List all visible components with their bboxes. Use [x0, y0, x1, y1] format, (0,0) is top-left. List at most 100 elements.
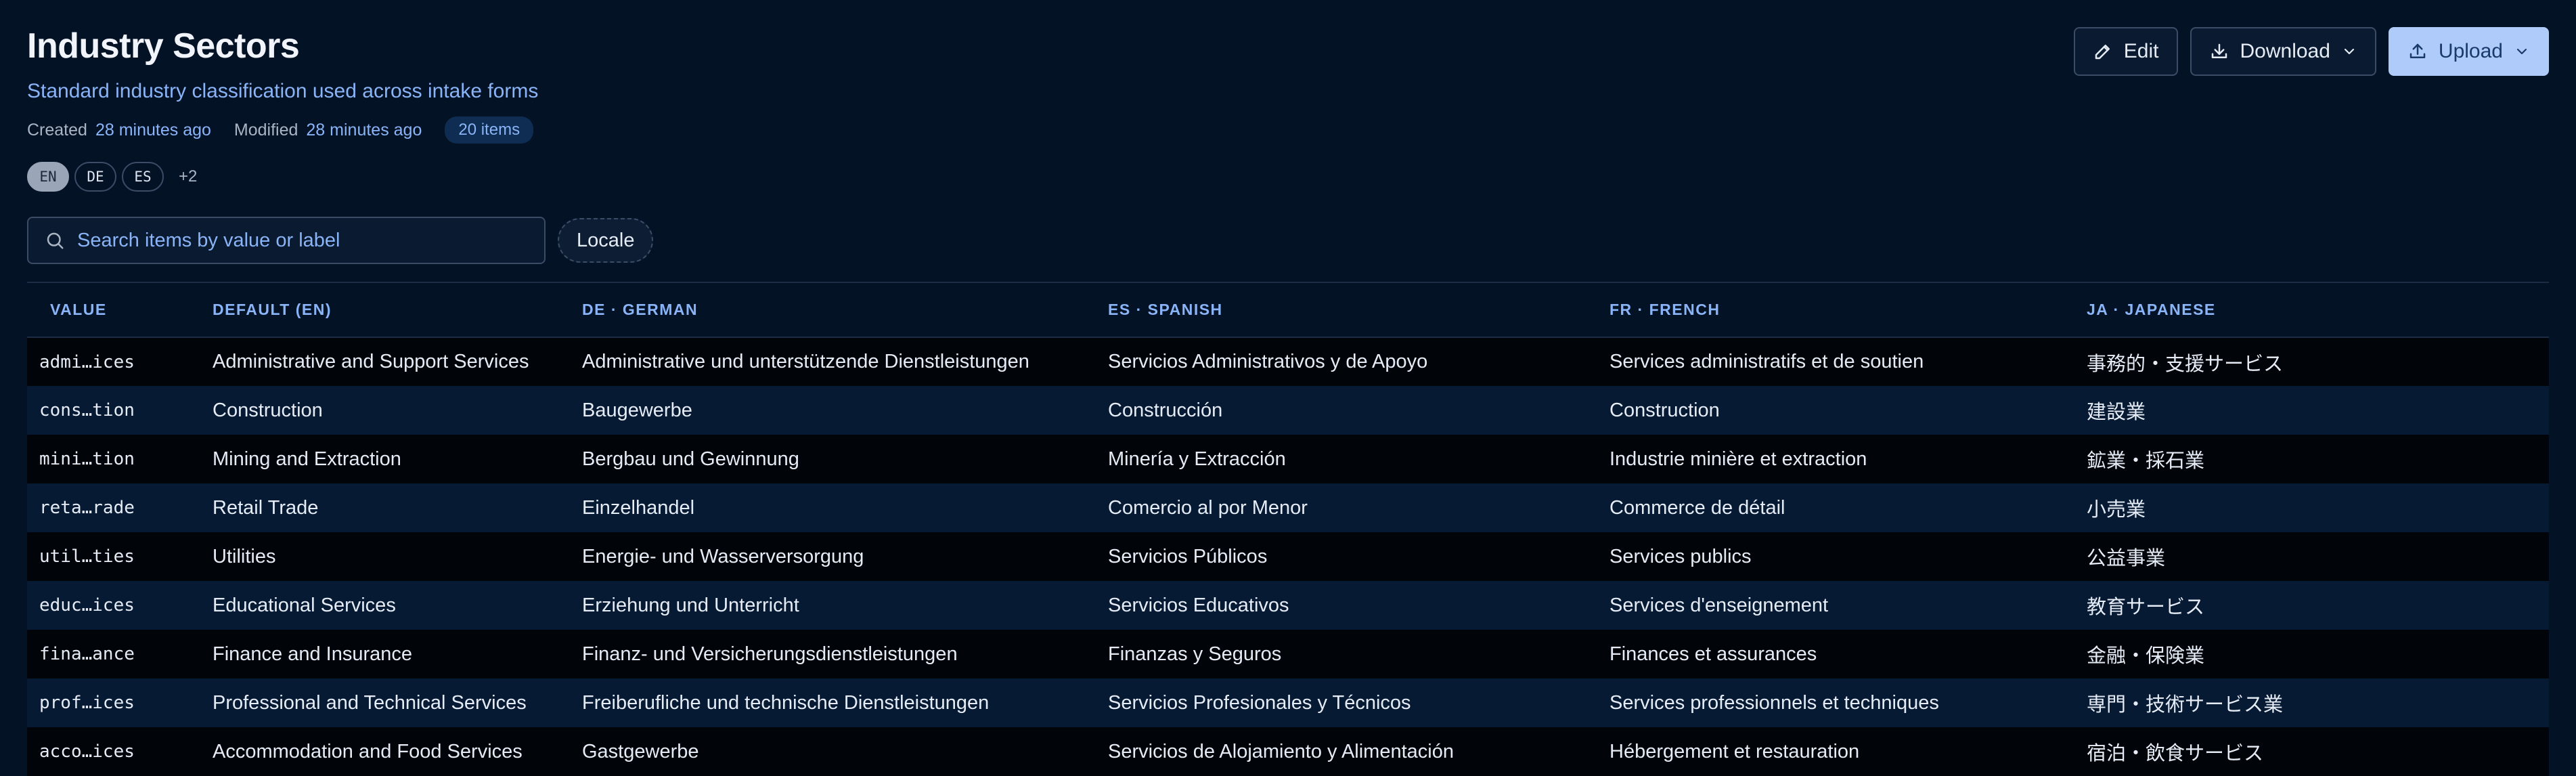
cell-value: cons…tion [39, 400, 135, 421]
cell-default: Accommodation and Food Services [213, 740, 523, 762]
column-header-default[interactable]: DEFAULT (EN) [190, 283, 559, 337]
cell-es: Servicios Públicos [1108, 545, 1268, 567]
cell-ja: 鉱業・採石業 [2087, 450, 2205, 472]
search-input[interactable] [76, 228, 528, 253]
cell-ja: 教育サービス [2087, 597, 2205, 618]
cell-fr: Construction [1609, 399, 1720, 421]
cell-ja: 専門・技術サービス業 [2087, 694, 2284, 716]
cell-value: educ…ices [39, 595, 135, 616]
column-header-es[interactable]: ES · SPANISH [1085, 283, 1586, 337]
cell-ja: 金融・保険業 [2087, 645, 2205, 667]
cell-default: Administrative and Support Services [213, 351, 529, 372]
modified-label: Modified [234, 120, 298, 139]
created-label: Created [27, 120, 87, 139]
cell-de: Einzelhandel [582, 496, 695, 519]
cell-default: Utilities [213, 545, 276, 567]
table-row[interactable]: prof…ices Professional and Technical Ser… [27, 678, 2549, 727]
column-header-fr[interactable]: FR · FRENCH [1586, 283, 2064, 337]
cell-de: Finanz- und Versicherungsdienstleistunge… [582, 643, 958, 665]
table-row[interactable]: educ…ices Educational Services Erziehung… [27, 581, 2549, 630]
cell-value: reta…rade [39, 498, 135, 518]
cell-default: Professional and Technical Services [213, 691, 527, 714]
locale-chip-de[interactable]: DE [74, 162, 116, 192]
table-row[interactable]: fina…ance Finance and Insurance Finanz- … [27, 630, 2549, 678]
cell-ja: 宿泊・飲食サービス [2087, 743, 2264, 764]
cell-value: util…ties [39, 546, 135, 567]
cell-ja: 公益事業 [2087, 548, 2166, 569]
cell-fr: Industrie minière et extraction [1609, 448, 1867, 470]
column-header-de[interactable]: DE · GERMAN [559, 283, 1085, 337]
cell-fr: Commerce de détail [1609, 496, 1785, 519]
cell-ja: 建設業 [2087, 402, 2146, 423]
locale-filter-button[interactable]: Locale [558, 218, 654, 263]
cell-fr: Services professionnels et techniques [1609, 691, 1939, 714]
cell-es: Servicios Educativos [1108, 594, 1289, 616]
modified-value: 28 minutes ago [306, 120, 422, 139]
table-row[interactable]: util…ties Utilities Energie- und Wasserv… [27, 532, 2549, 581]
column-header-ja[interactable]: JA · JAPANESE [2064, 283, 2549, 337]
locale-more-count[interactable]: +2 [179, 167, 197, 186]
header-actions: Edit Download Upload [2073, 27, 2549, 76]
cell-fr: Services d'enseignement [1609, 594, 1829, 616]
cell-de: Bergbau und Gewinnung [582, 448, 799, 470]
cell-ja: 事務的・支援サービス [2087, 353, 2284, 375]
items-table-container: VALUE DEFAULT (EN) DE · GERMAN ES · SPAN… [27, 282, 2549, 776]
table-header-row: VALUE DEFAULT (EN) DE · GERMAN ES · SPAN… [27, 283, 2549, 337]
cell-de: Baugewerbe [582, 399, 692, 421]
cell-de: Energie- und Wasserversorgung [582, 545, 864, 567]
download-icon [2211, 43, 2227, 58]
items-table: VALUE DEFAULT (EN) DE · GERMAN ES · SPAN… [27, 283, 2549, 776]
cell-es: Servicios Administrativos y de Apoyo [1108, 351, 1428, 372]
download-button[interactable]: Download [2190, 27, 2376, 76]
page-title: Industry Sectors [27, 26, 300, 66]
cell-fr: Hébergement et restauration [1609, 740, 1860, 762]
cell-value: fina…ance [39, 644, 135, 664]
download-button-label: Download [2240, 40, 2330, 62]
cell-es: Servicios de Alojamiento y Alimentación [1108, 740, 1454, 762]
locale-chips: EN DE ES +2 [27, 162, 197, 192]
edit-button[interactable]: Edit [2073, 27, 2178, 76]
column-header-value[interactable]: VALUE [27, 283, 190, 337]
table-body: admi…ices Administrative and Support Ser… [27, 337, 2549, 776]
cell-es: Construcción [1108, 399, 1223, 421]
cell-fr: Finances et assurances [1609, 643, 1817, 665]
upload-icon [2410, 43, 2426, 58]
table-row[interactable]: acco…ices Accommodation and Food Service… [27, 727, 2549, 776]
cell-value: mini…tion [39, 449, 135, 469]
cell-ja: 小売業 [2087, 499, 2146, 521]
cell-de: Gastgewerbe [582, 740, 699, 762]
cell-default: Retail Trade [213, 496, 319, 519]
table-row[interactable]: cons…tion Construction Baugewerbe Constr… [27, 386, 2549, 435]
pencil-icon [2095, 45, 2110, 60]
table-row[interactable]: admi…ices Administrative and Support Ser… [27, 337, 2549, 386]
cell-default: Mining and Extraction [213, 448, 401, 470]
search-icon [47, 232, 64, 249]
upload-button-label: Upload [2438, 40, 2503, 62]
chevron-down-icon [2516, 48, 2527, 55]
cell-de: Freiberufliche und technische Dienstleis… [582, 691, 990, 714]
cell-es: Minería y Extracción [1108, 448, 1286, 470]
locale-chip-en[interactable]: EN [27, 162, 69, 192]
meta-row: Created 28 minutes ago Modified 28 minut… [27, 116, 534, 144]
page-subtitle: Standard industry classification used ac… [27, 80, 539, 102]
page: Industry Sectors Standard industry class… [0, 0, 2576, 776]
created-value: 28 minutes ago [95, 120, 211, 139]
cell-fr: Services administratifs et de soutien [1609, 351, 1924, 372]
cell-es: Finanzas y Seguros [1108, 643, 1282, 665]
locale-chip-es[interactable]: ES [122, 162, 164, 192]
table-row[interactable]: mini…tion Mining and Extraction Bergbau … [27, 435, 2549, 483]
cell-fr: Services publics [1609, 545, 1752, 567]
edit-button-label: Edit [2123, 40, 2159, 62]
cell-value: prof…ices [39, 693, 135, 713]
cell-default: Educational Services [213, 594, 396, 616]
cell-value: admi…ices [39, 351, 135, 372]
cell-default: Finance and Insurance [213, 643, 413, 665]
chevron-down-icon [2344, 48, 2355, 55]
item-count-badge: 20 items [445, 116, 534, 144]
upload-button[interactable]: Upload [2388, 27, 2549, 76]
cell-default: Construction [213, 399, 323, 421]
cell-value: acco…ices [39, 741, 135, 762]
table-row[interactable]: reta…rade Retail Trade Einzelhandel Come… [27, 483, 2549, 532]
search-box[interactable] [27, 217, 546, 264]
cell-de: Administrative und unterstützende Dienst… [582, 351, 1029, 372]
